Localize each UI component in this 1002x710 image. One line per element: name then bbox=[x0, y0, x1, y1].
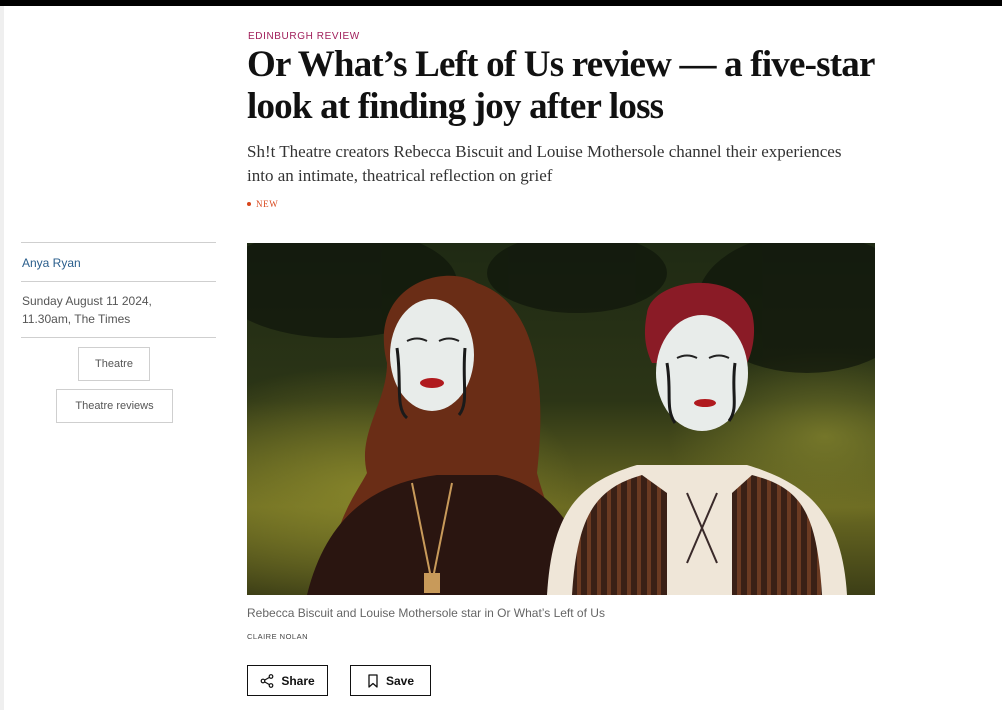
image-caption: Rebecca Biscuit and Louise Mothersole st… bbox=[247, 606, 605, 620]
author-link[interactable]: Anya Ryan bbox=[21, 243, 216, 281]
tag-theatre-reviews[interactable]: Theatre reviews bbox=[56, 389, 173, 423]
left-edge bbox=[0, 6, 4, 710]
image-credit: CLAIRE NOLAN bbox=[247, 632, 309, 641]
divider bbox=[21, 337, 216, 338]
top-bar bbox=[0, 0, 1002, 6]
dateline: Sunday August 11 2024, 11.30am, The Time… bbox=[21, 282, 216, 337]
hero-image bbox=[247, 243, 875, 595]
hero-photo bbox=[247, 243, 875, 595]
share-label: Share bbox=[281, 673, 315, 688]
section-kicker[interactable]: EDINBURGH REVIEW bbox=[248, 31, 360, 42]
tag-theatre[interactable]: Theatre bbox=[78, 347, 150, 381]
save-button[interactable]: Save bbox=[350, 665, 431, 696]
new-badge: NEW bbox=[247, 199, 278, 209]
new-dot-icon bbox=[247, 202, 251, 206]
new-badge-label: NEW bbox=[256, 199, 279, 209]
article-headline: Or What’s Left of Us review — a five-sta… bbox=[247, 44, 875, 127]
article-standfirst: Sh!t Theatre creators Rebecca Biscuit an… bbox=[247, 142, 842, 185]
bookmark-icon bbox=[368, 673, 378, 688]
article-meta-sidebar: Anya Ryan Sunday August 11 2024, 11.30am… bbox=[21, 242, 216, 338]
share-icon bbox=[260, 673, 274, 688]
save-label: Save bbox=[385, 673, 415, 688]
publish-time-source: 11.30am, The Times bbox=[22, 312, 131, 326]
publish-date: Sunday August 11 2024, bbox=[22, 294, 152, 308]
share-button[interactable]: Share bbox=[247, 665, 328, 696]
